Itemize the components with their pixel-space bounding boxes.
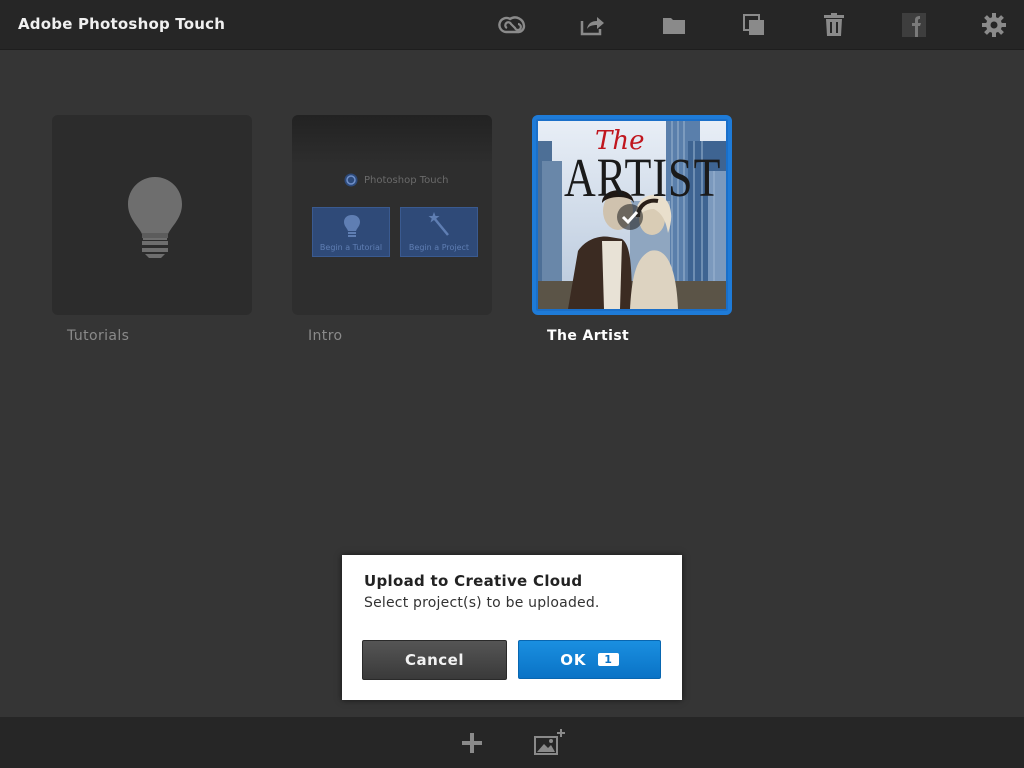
dialog-message: Select project(s) to be uploaded. bbox=[364, 595, 600, 611]
duplicate-icon[interactable] bbox=[738, 9, 770, 41]
intro-card-tutorial: Begin a Tutorial bbox=[312, 207, 390, 257]
cancel-button-label: Cancel bbox=[404, 651, 464, 669]
ok-button-label: OK bbox=[560, 650, 587, 669]
intro-brand: Photoshop Touch bbox=[344, 173, 448, 187]
photoshop-touch-logo-icon bbox=[344, 173, 358, 187]
selected-check-icon bbox=[617, 204, 643, 230]
creative-cloud-icon[interactable] bbox=[496, 9, 528, 41]
intro-card-label: Begin a Tutorial bbox=[319, 243, 383, 252]
project-tile-tutorials[interactable] bbox=[52, 115, 252, 315]
top-toolbar: Adobe Photoshop Touch bbox=[0, 0, 1024, 50]
poster-title-artist: ARTIST bbox=[564, 147, 721, 208]
project-label: Intro bbox=[308, 328, 343, 344]
lightbulb-icon bbox=[344, 215, 360, 237]
bottom-toolbar bbox=[0, 717, 1024, 768]
ok-button[interactable]: OK 1 bbox=[518, 640, 661, 679]
project-label: The Artist bbox=[547, 328, 630, 344]
app-title: Adobe Photoshop Touch bbox=[18, 15, 226, 33]
project-tile-the-artist[interactable]: The ARTIST bbox=[532, 115, 732, 315]
intro-card-label: Begin a Project bbox=[408, 243, 470, 252]
cancel-button[interactable]: Cancel bbox=[362, 640, 507, 680]
intro-card-project: Begin a Project bbox=[400, 207, 478, 257]
magic-wand-icon bbox=[428, 212, 449, 236]
share-icon[interactable] bbox=[576, 9, 608, 41]
trash-icon[interactable] bbox=[818, 9, 850, 41]
upload-dialog: Upload to Creative Cloud Select project(… bbox=[342, 555, 682, 700]
facebook-icon[interactable] bbox=[898, 9, 930, 41]
intro-brand-text: Photoshop Touch bbox=[364, 174, 449, 186]
dialog-title: Upload to Creative Cloud bbox=[364, 572, 583, 590]
add-image-icon[interactable] bbox=[533, 727, 567, 759]
selected-count-badge: 1 bbox=[598, 653, 619, 666]
project-tile-intro[interactable]: Photoshop Touch Begin a Tutorial Begin a… bbox=[292, 115, 492, 315]
gear-icon[interactable] bbox=[978, 9, 1010, 41]
app-window: Adobe Photoshop Touch Tutorials Photosho… bbox=[0, 0, 1024, 768]
project-label: Tutorials bbox=[67, 328, 130, 344]
add-icon[interactable] bbox=[455, 727, 489, 759]
folder-icon[interactable] bbox=[658, 9, 690, 41]
lightbulb-icon bbox=[128, 177, 182, 258]
